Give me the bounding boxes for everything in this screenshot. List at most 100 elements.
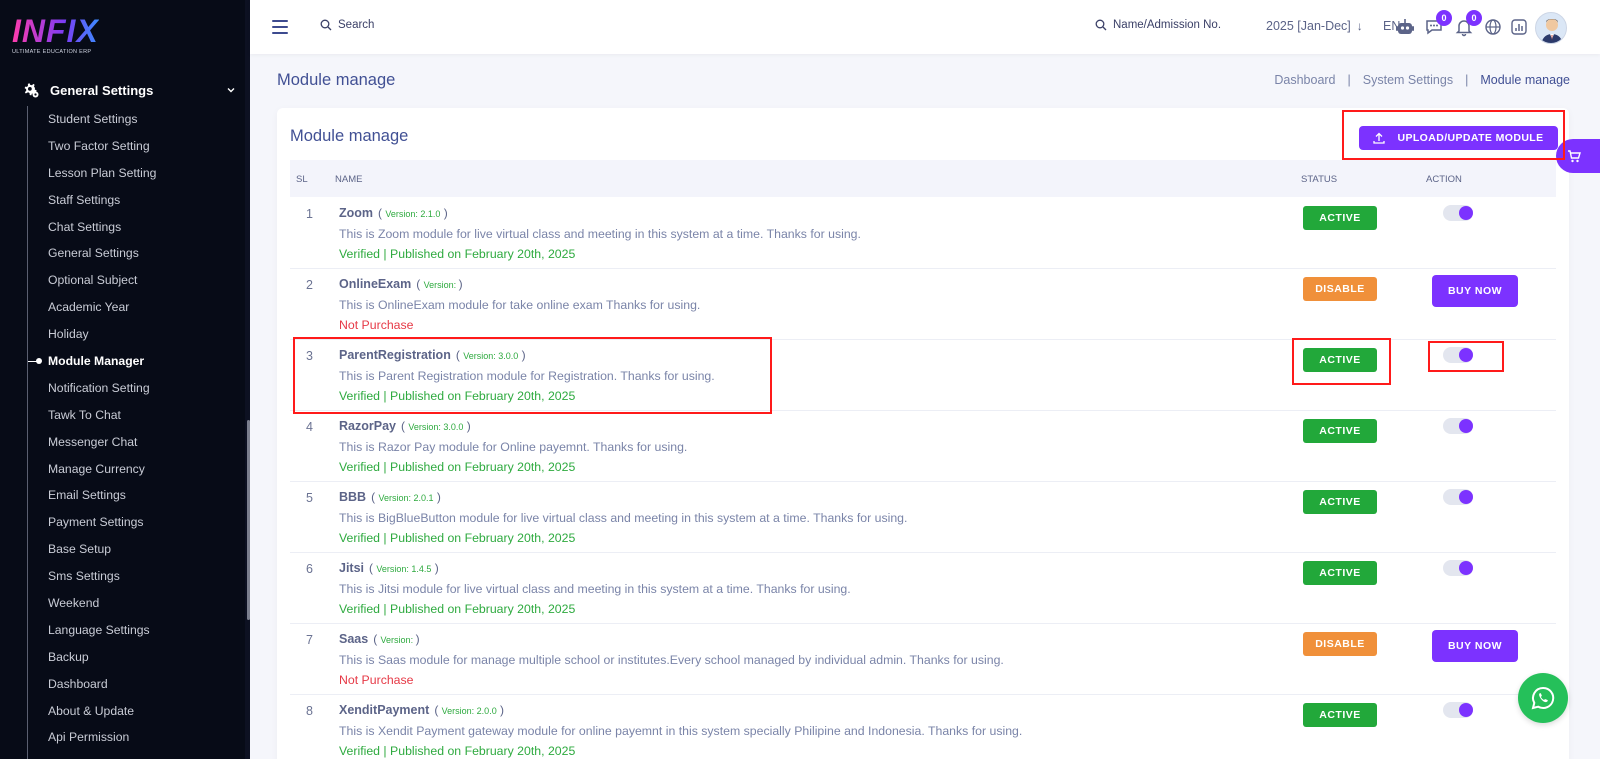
- sidebar-item-module-manager[interactable]: Module Manager: [0, 348, 245, 375]
- sidebar-scrollbar-track[interactable]: [245, 0, 250, 759]
- general-settings-label: General Settings: [50, 82, 154, 98]
- cart-icon: [1568, 150, 1581, 163]
- table-row: 1 Zoom ( Version: 2.1.0 ) This is Zoom modu…: [290, 197, 1556, 269]
- student-search[interactable]: Name/Admission No.: [1095, 19, 1221, 31]
- upload-button-label: UPLOAD/UPDATE MODULE: [1397, 132, 1544, 144]
- module-name: XenditPayment: [339, 703, 430, 717]
- sidebar-item-weekend[interactable]: Weekend: [0, 590, 245, 617]
- sidebar-item-notification-setting[interactable]: Notification Setting: [0, 375, 245, 402]
- module-version: ( Version: 3.0.0 ): [455, 348, 526, 362]
- sidebar-item-holiday[interactable]: Holiday: [0, 321, 245, 348]
- sidebar-item-language-settings[interactable]: Language Settings: [0, 617, 245, 644]
- sidebar-item-optional-subject[interactable]: Optional Subject: [0, 267, 245, 294]
- verified-label: Verified | Published on February 20th, 2…: [339, 602, 576, 616]
- module-description: This is Jitsi module for live virtual cl…: [339, 582, 851, 596]
- table-row: 4 RazorPay ( Version: 3.0.0 ) This is Razor…: [290, 410, 1556, 482]
- verified-label: Verified | Published on February 20th, 2…: [339, 247, 576, 261]
- breadcrumb-dashboard[interactable]: Dashboard: [1274, 73, 1335, 87]
- sidebar-nav: Student Settings Two Factor Setting Lesson…: [0, 106, 245, 751]
- header-status: STATUS: [1301, 174, 1338, 185]
- arrow-down-icon: ↓: [1356, 19, 1363, 33]
- module-version-text: Version:: [380, 635, 416, 645]
- sidebar-item-student-settings[interactable]: Student Settings: [0, 106, 245, 133]
- logo-text: INFIX: [12, 13, 99, 49]
- module-version-text: Version: 3.0.0: [463, 351, 519, 361]
- module-toggle[interactable]: [1443, 205, 1473, 221]
- breadcrumb-system-settings[interactable]: System Settings: [1363, 73, 1453, 87]
- sidebar-item-chat-settings[interactable]: Chat Settings: [0, 214, 245, 241]
- row-sl: 6: [306, 562, 313, 576]
- breadcrumb-current: Module manage: [1480, 73, 1570, 87]
- menu-icon[interactable]: [272, 20, 288, 34]
- sidebar-item-about-update[interactable]: About & Update: [0, 698, 245, 725]
- module-toggle[interactable]: [1443, 347, 1473, 363]
- chevron-down-icon: [227, 88, 235, 93]
- sidebar-scrollbar-thumb[interactable]: [247, 420, 250, 620]
- bell-icon[interactable]: 0: [1454, 10, 1482, 37]
- module-name: Saas: [339, 632, 369, 646]
- sidebar-item-two-factor-setting[interactable]: Two Factor Setting: [0, 133, 245, 160]
- card-title: Module manage: [290, 127, 409, 145]
- status-badge: ACTIVE: [1303, 561, 1377, 585]
- sidebar-item-lesson-plan-setting[interactable]: Lesson Plan Setting: [0, 160, 245, 187]
- toggle-knob: [1459, 348, 1473, 362]
- module-version-text: Version: 3.0.0: [408, 422, 464, 432]
- sidebar-item-dashboard[interactable]: Dashboard: [0, 671, 245, 698]
- sidebar-item-messenger-chat[interactable]: Messenger Chat: [0, 429, 245, 456]
- search-icon: [320, 19, 332, 31]
- module-description: This is Xendit Payment gateway module fo…: [339, 724, 1023, 738]
- module-description: This is Saas module for manage multiple …: [339, 653, 1004, 667]
- breadcrumb-separator: |: [1347, 73, 1351, 87]
- chat-icon[interactable]: 0: [1424, 10, 1452, 37]
- chart-icon[interactable]: [1509, 17, 1529, 37]
- toggle-knob: [1459, 490, 1473, 504]
- session-selector[interactable]: 2025 [Jan-Dec] ↓: [1266, 19, 1363, 33]
- not-purchase-label: Not Purchase: [339, 318, 414, 332]
- gear-icon: [24, 83, 39, 98]
- module-version: ( Version: 1.4.5 ): [369, 561, 439, 575]
- module-version: ( Version: ): [373, 632, 420, 646]
- sidebar-item-tawk-to-chat[interactable]: Tawk To Chat: [0, 402, 245, 429]
- module-description: This is Zoom module for live virtual cla…: [339, 227, 861, 241]
- row-sl: 4: [306, 420, 313, 434]
- logo[interactable]: INFIX ULTIMATE EDUCATION ERP: [12, 14, 99, 55]
- row-sl: 8: [306, 704, 313, 718]
- sidebar-item-academic-year[interactable]: Academic Year: [0, 294, 245, 321]
- sidebar-item-email-settings[interactable]: Email Settings: [0, 482, 245, 509]
- cart-tab[interactable]: [1556, 139, 1600, 173]
- module-name-line: ParentRegistration ( Version: 3.0.0 ): [339, 348, 526, 362]
- sidebar-item-backup[interactable]: Backup: [0, 644, 245, 671]
- general-settings-section[interactable]: General Settings: [22, 80, 236, 100]
- module-toggle[interactable]: [1443, 418, 1473, 434]
- sidebar-item-base-setup[interactable]: Base Setup: [0, 536, 245, 563]
- verified-label: Verified | Published on February 20th, 2…: [339, 744, 576, 758]
- buy-now-button[interactable]: BUY NOW: [1432, 275, 1518, 307]
- table-row: 3 ParentRegistration ( Version: 3.0.0 ) Thi…: [290, 339, 1556, 411]
- sidebar-item-api-permission[interactable]: Api Permission: [0, 724, 245, 751]
- row-sl: 7: [306, 633, 313, 647]
- module-version-text: Version: 2.0.1: [378, 493, 434, 503]
- module-name-line: OnlineExam ( Version: ): [339, 277, 463, 291]
- sidebar-item-sms-settings[interactable]: Sms Settings: [0, 563, 245, 590]
- module-toggle[interactable]: [1443, 489, 1473, 505]
- status-badge: DISABLE: [1303, 632, 1377, 656]
- module-name: BBB: [339, 490, 367, 504]
- module-toggle[interactable]: [1443, 560, 1473, 576]
- sidebar-item-manage-currency[interactable]: Manage Currency: [0, 456, 245, 483]
- sidebar-item-payment-settings[interactable]: Payment Settings: [0, 509, 245, 536]
- module-name-line: Zoom ( Version: 2.1.0 ): [339, 206, 448, 220]
- header-name: NAME: [335, 174, 363, 185]
- upload-module-button[interactable]: UPLOAD/UPDATE MODULE: [1359, 126, 1558, 150]
- global-search[interactable]: Search: [320, 19, 374, 31]
- buy-now-button[interactable]: BUY NOW: [1432, 630, 1518, 662]
- header-sl: SL: [296, 174, 308, 185]
- avatar[interactable]: [1535, 12, 1567, 44]
- globe-icon[interactable]: [1483, 17, 1503, 37]
- module-description: This is BigBlueButton module for live vi…: [339, 511, 908, 525]
- whatsapp-button[interactable]: [1518, 673, 1568, 723]
- sidebar-item-staff-settings[interactable]: Staff Settings: [0, 187, 245, 214]
- module-toggle[interactable]: [1443, 702, 1473, 718]
- robot-icon[interactable]: [1395, 17, 1415, 37]
- upload-icon: [1373, 132, 1386, 144]
- sidebar-item-general-settings[interactable]: General Settings: [0, 240, 245, 267]
